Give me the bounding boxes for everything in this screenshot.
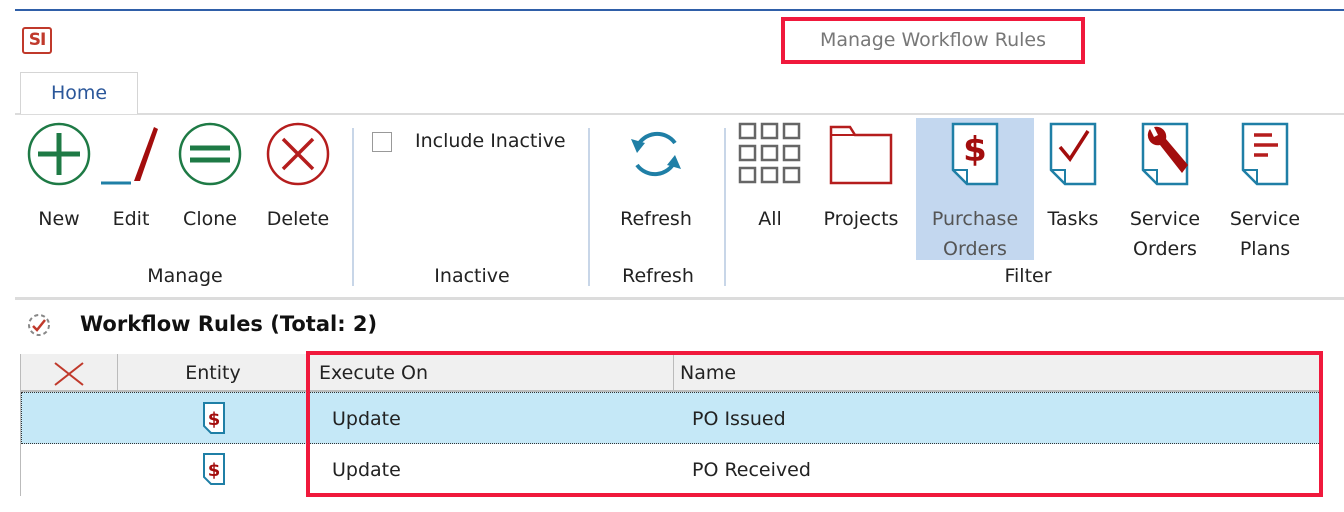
group-label-manage: Manage	[147, 265, 223, 287]
tab-home[interactable]: Home	[20, 72, 138, 114]
wrench-icon	[1118, 118, 1212, 190]
filter-purchase-orders-button[interactable]: $ Purchase Orders	[916, 118, 1034, 260]
highlight-annotation-box	[306, 351, 1323, 497]
edit-label: Edit	[112, 208, 150, 230]
group-separator	[724, 128, 726, 286]
section-title: Workflow Rules (Total: 2)	[80, 312, 378, 336]
filter-service-plans-button[interactable]: Service Plans	[1222, 118, 1308, 264]
clear-filter-column-header[interactable]	[21, 354, 118, 392]
filter-tasks-button[interactable]: Tasks	[1040, 118, 1106, 234]
clone-button[interactable]: Clone	[172, 118, 248, 234]
edit-button[interactable]: Edit	[98, 118, 164, 234]
group-label-inactive: Inactive	[434, 265, 510, 287]
new-label: New	[38, 208, 80, 230]
window-title: Manage Workflow Rules	[781, 17, 1085, 64]
delete-button[interactable]: Delete	[258, 118, 338, 234]
svg-text:$: $	[208, 460, 221, 481]
filter-purchase-orders-label: Purchase Orders	[931, 208, 1019, 260]
filter-service-orders-button[interactable]: Service Orders	[1118, 118, 1212, 264]
filter-service-orders-label: Service Orders	[1129, 208, 1201, 260]
tab-strip-divider	[15, 113, 1344, 115]
app-logo: SI	[22, 27, 52, 54]
filter-all-button[interactable]: All	[736, 118, 804, 234]
group-label-filter: Filter	[1004, 265, 1052, 287]
filter-projects-label: Projects	[823, 208, 899, 230]
workflow-icon	[24, 310, 54, 344]
svg-text:$: $	[208, 409, 221, 430]
column-header-entity[interactable]: Entity	[118, 354, 309, 392]
group-label-refresh: Refresh	[622, 265, 694, 287]
grid-icon	[736, 118, 804, 190]
plus-circle-icon	[22, 118, 96, 190]
new-button[interactable]: New	[22, 118, 96, 234]
purchase-order-icon: $	[202, 452, 226, 488]
include-inactive-checkbox[interactable]	[372, 132, 392, 152]
window-top-border	[15, 9, 1344, 11]
refresh-button[interactable]: Refresh	[610, 118, 702, 234]
x-circle-icon	[258, 118, 338, 190]
include-inactive-label[interactable]: Include Inactive	[415, 130, 566, 152]
delete-label: Delete	[266, 208, 330, 230]
group-separator	[588, 128, 590, 286]
clear-filter-x-icon[interactable]	[51, 359, 87, 389]
filter-all-label: All	[758, 208, 782, 230]
group-separator	[352, 128, 354, 286]
purchase-order-icon: $	[916, 118, 1034, 190]
ribbon-bottom-border	[15, 297, 1344, 300]
filter-tasks-label: Tasks	[1047, 208, 1099, 230]
refresh-icon	[610, 118, 702, 190]
task-check-icon	[1040, 118, 1106, 190]
equals-circle-icon	[172, 118, 248, 190]
purchase-order-icon: $	[202, 401, 226, 437]
filter-service-plans-label: Service Plans	[1229, 208, 1301, 260]
folder-icon	[812, 118, 910, 190]
svg-text:$: $	[963, 130, 987, 170]
document-lines-icon	[1222, 118, 1308, 190]
pen-icon	[98, 118, 164, 190]
filter-projects-button[interactable]: Projects	[812, 118, 910, 234]
refresh-label: Refresh	[620, 208, 692, 230]
clone-label: Clone	[183, 208, 237, 230]
